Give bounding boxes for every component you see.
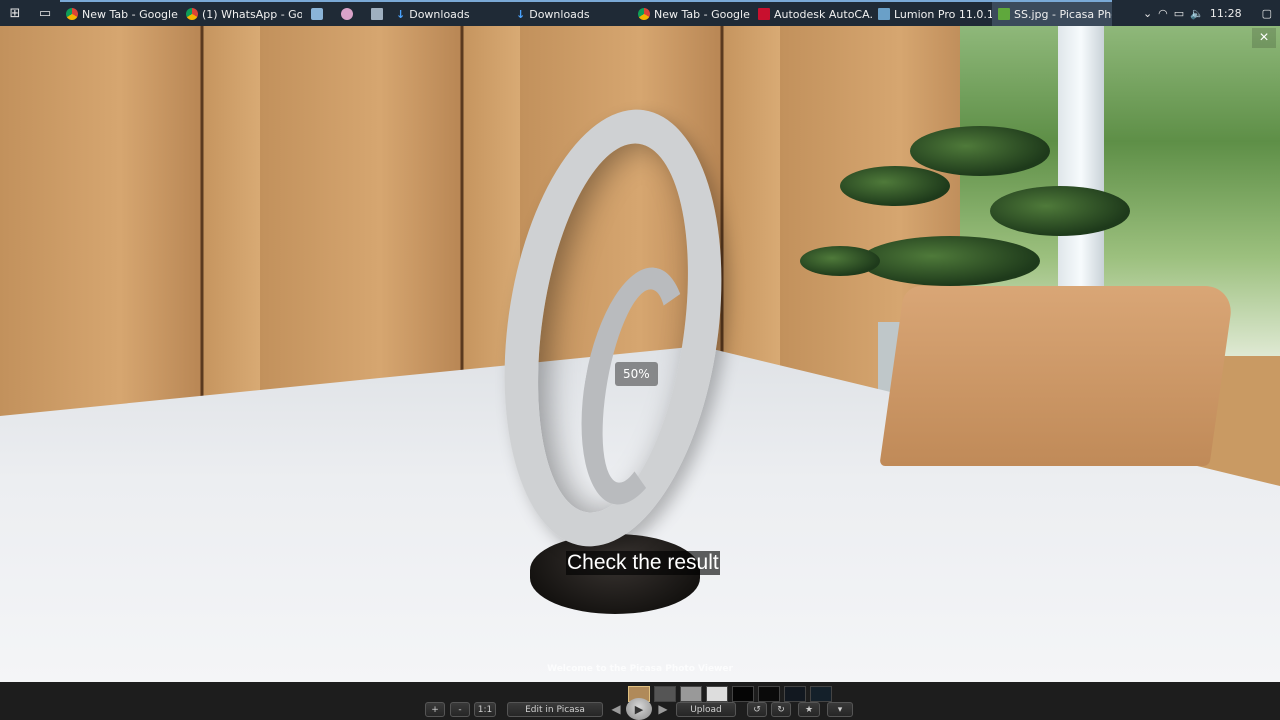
taskbar: ⊞ ▭ New Tab - Google ... (1) WhatsApp - …: [0, 0, 1280, 26]
taskbar-item-downloads-2[interactable]: ↓ Downloads: [512, 0, 632, 26]
app-icon-1: [311, 8, 323, 20]
taskbar-item-calculator[interactable]: [362, 0, 392, 26]
battery-icon[interactable]: ▭: [1174, 7, 1184, 20]
photo-canvas[interactable]: ×: [0, 26, 1280, 682]
rotate-right-button[interactable]: ↻: [771, 702, 791, 717]
play-slideshow-button[interactable]: ▶: [626, 698, 652, 720]
task-label: Downloads: [529, 7, 590, 21]
task-label: Downloads: [409, 7, 470, 21]
bonsai-tree: [800, 106, 1140, 306]
calculator-icon: [371, 8, 383, 20]
taskbar-item-lumion[interactable]: Lumion Pro 11.0.1...: [872, 0, 992, 26]
thumbnail[interactable]: [784, 686, 806, 702]
taskbar-item-app-2[interactable]: [332, 0, 362, 26]
task-label: SS.jpg - Picasa Pho...: [1014, 7, 1112, 21]
download-arrow-icon: ↓: [516, 7, 526, 21]
chrome-icon: [638, 8, 650, 20]
next-arrow-icon[interactable]: ▶: [654, 702, 672, 717]
thumbnail[interactable]: [810, 686, 832, 702]
task-view-icon[interactable]: ▭: [30, 0, 60, 26]
chrome-icon: [186, 8, 198, 20]
subtitle-caption: Check the result: [566, 551, 720, 575]
notifications-icon[interactable]: ▢: [1262, 7, 1272, 20]
thumbnail[interactable]: [654, 686, 676, 702]
zoom-out-button[interactable]: -: [450, 702, 470, 717]
autocad-icon: [758, 8, 770, 20]
windows-start-icon[interactable]: ⊞: [0, 0, 30, 26]
picasa-icon: [998, 8, 1010, 20]
taskbar-item-app-1[interactable]: [302, 0, 332, 26]
zoom-in-button[interactable]: +: [425, 702, 445, 717]
taskbar-item-whatsapp[interactable]: (1) WhatsApp - Go...: [180, 0, 302, 26]
zoom-level-badge: 50%: [615, 362, 658, 386]
task-label: Lumion Pro 11.0.1...: [894, 7, 992, 21]
rotate-left-button[interactable]: ↺: [747, 702, 767, 717]
upload-button[interactable]: Upload: [676, 702, 736, 717]
thumbnail[interactable]: [680, 686, 702, 702]
volume-icon[interactable]: 🔈: [1190, 7, 1204, 20]
download-arrow-icon: ↓: [396, 7, 406, 21]
edit-in-picasa-button[interactable]: Edit in Picasa: [507, 702, 603, 717]
lumion-icon: [878, 8, 890, 20]
thumbnail[interactable]: [758, 686, 780, 702]
chair: [879, 286, 1235, 466]
taskbar-item-chrome-newtab[interactable]: New Tab - Google ...: [60, 0, 180, 26]
play-icon: ▶: [634, 703, 644, 716]
chrome-icon: [66, 8, 78, 20]
thumbnail[interactable]: [732, 686, 754, 702]
close-viewer-button[interactable]: ×: [1252, 28, 1276, 48]
task-label: Autodesk AutoCA...: [774, 7, 872, 21]
task-label: (1) WhatsApp - Go...: [202, 7, 302, 21]
chevron-up-icon[interactable]: ⌄: [1143, 7, 1152, 20]
wifi-icon[interactable]: ◠: [1158, 7, 1168, 20]
more-options-button[interactable]: ▾: [827, 702, 853, 717]
taskbar-item-chrome-newtab-2[interactable]: New Tab - Google ...: [632, 0, 752, 26]
previous-arrow-icon[interactable]: ◀: [607, 702, 625, 717]
system-tray: ⌄ ◠ ▭ 🔈 11:28 ▢: [1143, 7, 1280, 20]
taskbar-item-autocad[interactable]: Autodesk AutoCA...: [752, 0, 872, 26]
task-label: New Tab - Google ...: [82, 7, 180, 21]
app-icon-2: [341, 8, 353, 20]
star-button[interactable]: ★: [798, 702, 820, 717]
welcome-text: Welcome to the Picasa Photo Viewer: [547, 664, 733, 674]
taskbar-item-picasa[interactable]: SS.jpg - Picasa Pho...: [992, 0, 1112, 26]
clock[interactable]: 11:28: [1210, 7, 1242, 20]
actual-size-button[interactable]: 1:1: [474, 702, 496, 717]
thumbnail[interactable]: [706, 686, 728, 702]
taskbar-item-downloads-1[interactable]: ↓ Downloads: [392, 0, 512, 26]
viewer-toolbar: + - 1:1 Edit in Picasa ◀ ▶ ▶ Upload ↺ ↻ …: [0, 682, 1280, 720]
task-label: New Tab - Google ...: [654, 7, 752, 21]
